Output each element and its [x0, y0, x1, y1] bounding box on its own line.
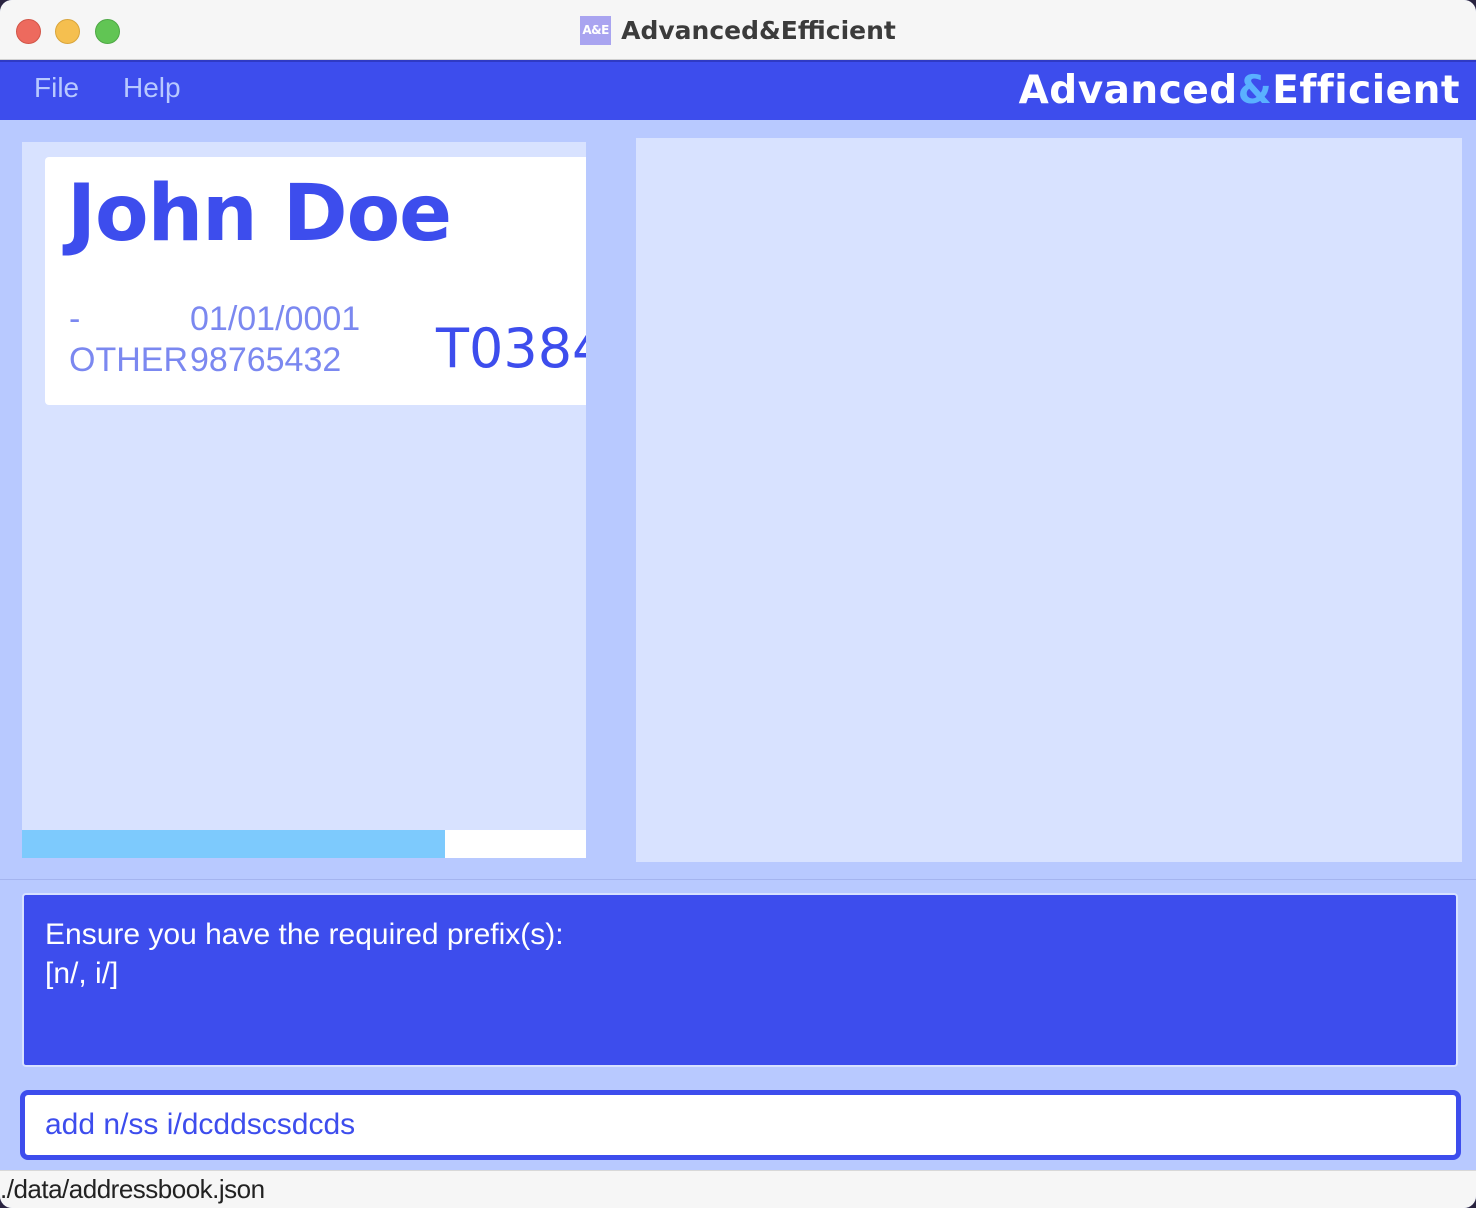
person-date: 01/01/0001 [190, 300, 361, 338]
person-card[interactable]: John Doe - 01/01/0001 OTHER 98765432 T03… [45, 157, 586, 405]
window-title: Advanced&Efficient [621, 15, 896, 45]
brand-part2: Efficient [1272, 68, 1460, 113]
person-dash: - [69, 300, 81, 338]
app-icon: A&E [580, 15, 612, 45]
detail-panel [636, 138, 1462, 862]
person-list-panel[interactable]: John Doe - 01/01/0001 OTHER 98765432 T03… [22, 142, 586, 858]
status-file-path: ./data/addressbook.json [0, 1174, 265, 1204]
brand-part1: Advanced [1018, 68, 1238, 113]
result-line-2: [n/, i/] [45, 957, 119, 990]
result-display: Ensure you have the required prefix(s): … [22, 893, 1458, 1067]
title-bar: A&E Advanced&Efficient [0, 0, 1476, 60]
title-wrap: A&E Advanced&Efficient [0, 0, 1476, 60]
command-box[interactable] [20, 1090, 1461, 1160]
person-name: John Doe [67, 169, 452, 259]
scrollbar-thumb[interactable] [22, 830, 445, 858]
menu-help[interactable]: Help [123, 72, 181, 104]
content-area: John Doe - 01/01/0001 OTHER 98765432 T03… [0, 120, 1476, 880]
result-line-1: Ensure you have the required prefix(s): [45, 918, 564, 951]
menu-bar: File Help Advanced&Efficient [0, 60, 1476, 120]
brand-logo: Advanced&Efficient [1019, 68, 1460, 113]
status-bar: ./data/addressbook.json [0, 1170, 1476, 1208]
command-input[interactable] [45, 1095, 1425, 1155]
person-id: T0384 [436, 317, 586, 380]
result-text: Ensure you have the required prefix(s): … [45, 915, 564, 993]
person-phone: 98765432 [190, 341, 342, 379]
person-gender: OTHER [69, 341, 188, 379]
app-window: A&E Advanced&Efficient File Help Advance… [0, 0, 1476, 1208]
brand-ampersand: & [1237, 68, 1273, 113]
menu-file[interactable]: File [34, 72, 79, 104]
horizontal-scrollbar[interactable] [22, 830, 586, 858]
